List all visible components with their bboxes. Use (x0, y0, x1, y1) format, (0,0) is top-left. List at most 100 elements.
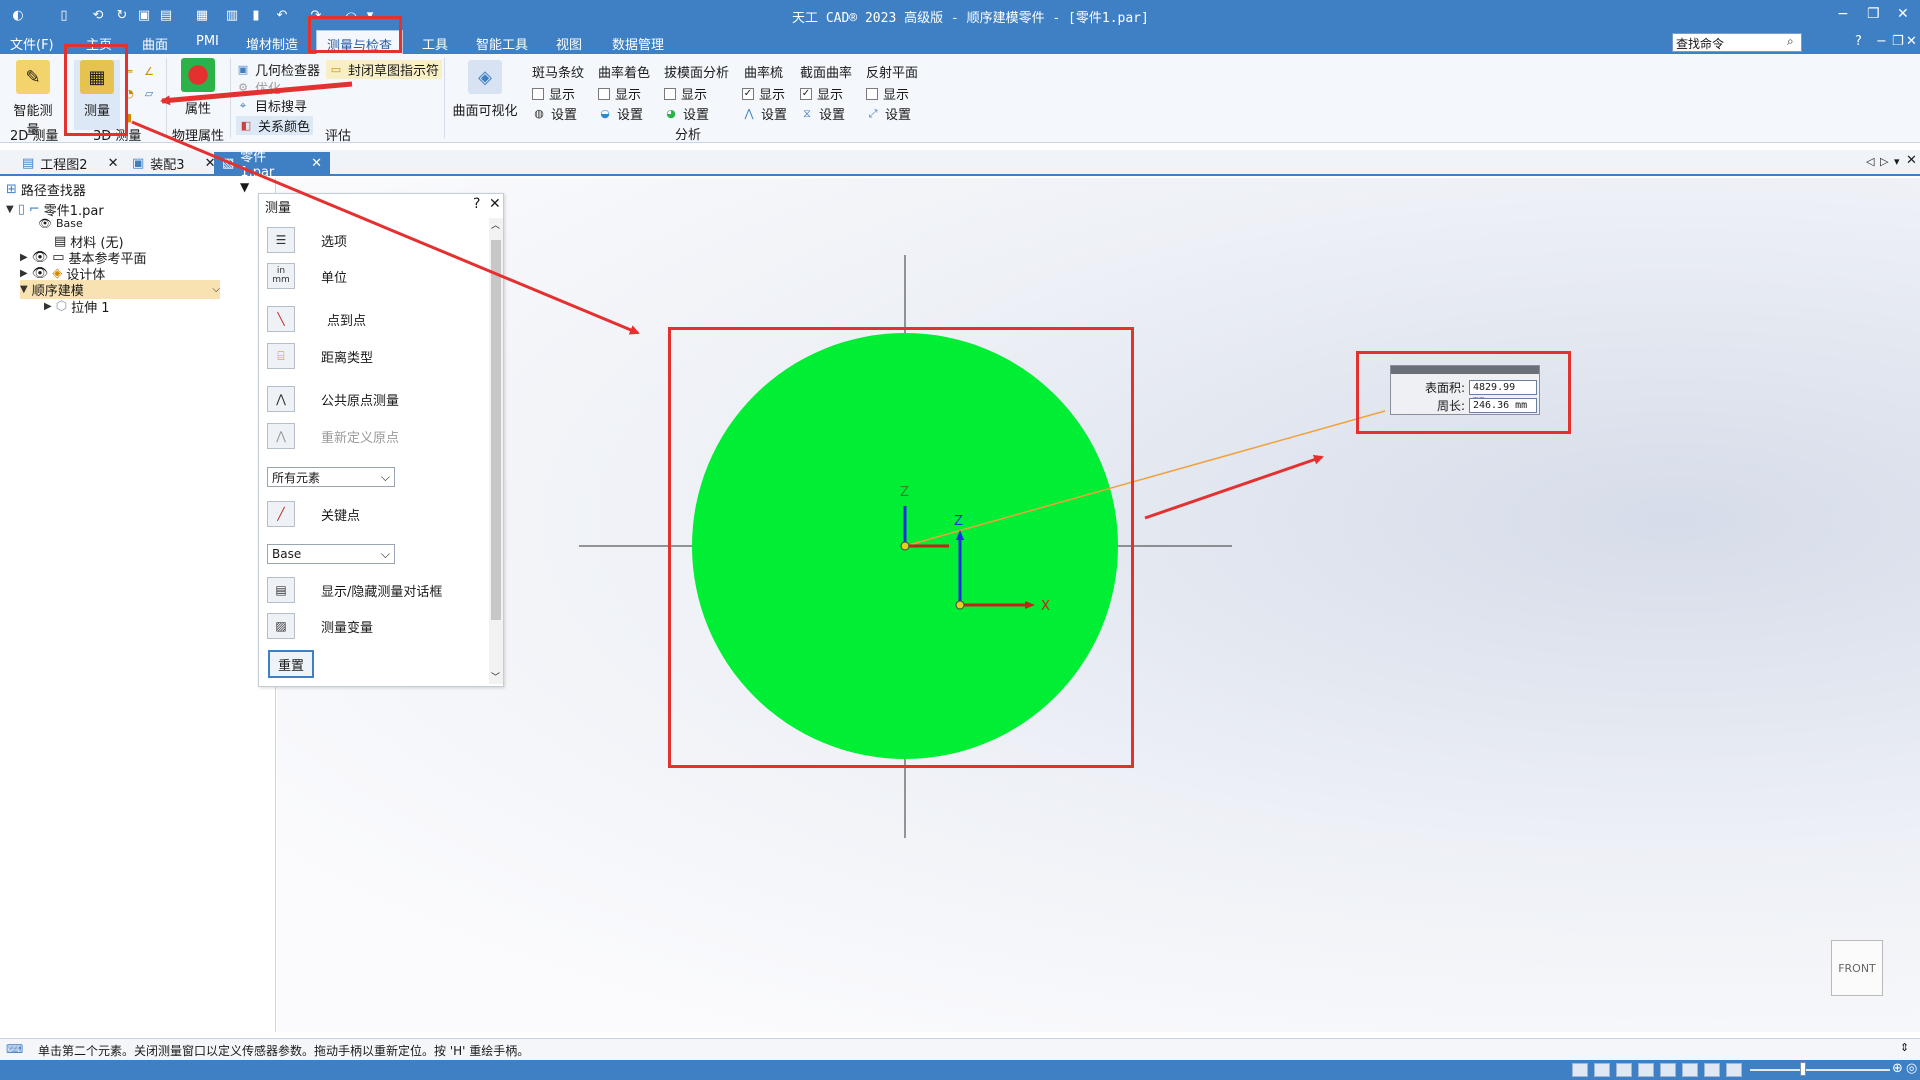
command-search-input[interactable]: 查找命令 (1672, 33, 1802, 52)
zoom-slider[interactable] (1750, 1069, 1890, 1071)
closed-sketch-button[interactable]: ▭ 封闭草图指示符 (326, 60, 443, 79)
doc-tab-part[interactable]: ▧ 零件1.par ✕ (214, 150, 330, 180)
tree-item-extrude[interactable]: ▶ ⬡ 拉伸 1 (44, 297, 109, 316)
minimize-button[interactable]: − (1837, 6, 1849, 22)
collapsed-icon[interactable]: ▶ (20, 268, 28, 279)
zoom-slider-thumb[interactable] (1800, 1062, 1806, 1076)
zoom-icon[interactable] (1616, 1063, 1632, 1077)
tab-additive[interactable]: 增材制造 (246, 34, 298, 53)
view-orient-icon[interactable] (1682, 1063, 1698, 1077)
open-file-icon[interactable]: ⟲ (88, 5, 108, 25)
search-icon[interactable]: ⌕ (1787, 34, 1794, 49)
common-origin-button[interactable]: ⋀ 公共原点测量 (267, 386, 399, 412)
redefine-origin-button[interactable]: ⋀ 重新定义原点 (267, 423, 399, 449)
tab-view[interactable]: 视图 (556, 34, 582, 53)
section-curvature-show-checkbox[interactable]: ✓ 显示 (800, 84, 843, 103)
tab-data-management[interactable]: 数据管理 (612, 34, 664, 53)
reset-button[interactable]: 重置 (268, 650, 314, 678)
doc-minimize-button[interactable]: − (1876, 34, 1887, 49)
fit-view-icon[interactable] (1572, 1063, 1588, 1077)
zebra-show-checkbox[interactable]: 显示 (532, 84, 575, 103)
eye-icon[interactable]: 👁 (32, 250, 49, 265)
keypoint-button[interactable]: ╱ 关键点 (267, 501, 360, 527)
tab-surface[interactable]: 曲面 (142, 34, 168, 53)
eye-icon[interactable]: 👁 (32, 266, 49, 281)
checkbox[interactable] (532, 87, 544, 100)
element-filter-select[interactable]: 所有元素 ⌵ (267, 467, 395, 487)
collapsed-icon[interactable]: ▶ (44, 301, 52, 312)
doc-restore-button[interactable]: ❐ (1892, 34, 1904, 49)
draft-analysis-settings-button[interactable]: ◕ 设置 (664, 104, 709, 123)
tab-scroll-right-icon[interactable]: ▷ (1880, 155, 1888, 168)
measure-variable-button[interactable]: ▨ 测量变量 (267, 613, 373, 639)
base-plane-select[interactable]: Base ⌵ (267, 544, 395, 564)
curvature-comb-show-checkbox[interactable]: ✓ 显示 (742, 84, 785, 103)
checkbox[interactable] (598, 87, 610, 100)
zoom-area-icon[interactable] (1594, 1063, 1610, 1077)
scroll-up-icon[interactable]: ︿ (491, 218, 500, 231)
save-icon[interactable]: ▣ (134, 5, 154, 25)
checkbox[interactable] (866, 87, 878, 100)
view-cube[interactable]: FRONT (1831, 940, 1883, 996)
book-icon[interactable]: ▮ (246, 5, 266, 25)
zebra-settings-button[interactable]: ◍ 设置 (532, 104, 577, 123)
menu-file[interactable]: 文件(F) (10, 34, 54, 53)
pan-icon[interactable] (1638, 1063, 1654, 1077)
print-options-icon[interactable]: ▥ (222, 5, 242, 25)
undo-icon[interactable]: ↶ (272, 5, 292, 25)
measure-area-icon[interactable]: ▱ (142, 86, 156, 100)
distance-type-button[interactable]: ⌸ 距离类型 (267, 343, 373, 369)
relation-color-button[interactable]: ◧ 关系颜色 (236, 116, 314, 135)
status-scroll-icon[interactable]: ⇕ (1900, 1041, 1909, 1054)
close-all-tabs-icon[interactable]: ✕ (1906, 153, 1917, 168)
curvature-shading-settings-button[interactable]: ◒ 设置 (598, 104, 643, 123)
properties-button[interactable]: 属性 (178, 58, 218, 117)
collapsed-icon[interactable]: ▶ (20, 252, 28, 263)
zoom-settings-icon[interactable]: ◎ (1906, 1061, 1917, 1076)
maximize-button[interactable]: ❐ (1867, 6, 1880, 22)
keyboard-icon[interactable]: ⌨ (6, 1042, 23, 1056)
pathfinder-menu-icon[interactable]: ▼ (240, 180, 249, 194)
close-tab-icon[interactable]: ✕ (311, 156, 322, 171)
options-button[interactable]: ☰ 选项 (267, 227, 347, 253)
new-file-icon[interactable]: ▯ (54, 5, 74, 25)
units-button[interactable]: in mm 单位 (267, 263, 347, 289)
rotate-icon[interactable] (1660, 1063, 1676, 1077)
show-hide-dialog-button[interactable]: ▤ 显示/隐藏测量对话框 (267, 577, 442, 603)
surface-visualization-button[interactable]: ◈ 曲面可视化 (452, 60, 518, 119)
reflection-plane-settings-button[interactable]: ⤢ 设置 (866, 104, 911, 124)
reflection-plane-show-checkbox[interactable]: 显示 (866, 84, 909, 103)
print-icon[interactable]: ▦ (192, 5, 212, 25)
close-button[interactable]: ✕ (1897, 6, 1909, 22)
checkbox-checked[interactable]: ✓ (742, 87, 754, 100)
optimize-button[interactable]: ⚙ 优化 (236, 78, 281, 97)
tab-pmi[interactable]: PMI (196, 34, 219, 49)
tab-tools[interactable]: 工具 (422, 34, 448, 53)
dropdown-icon[interactable]: ⌵ (212, 284, 220, 295)
tab-scroll-left-icon[interactable]: ◁ (1866, 155, 1874, 168)
point-to-point-button[interactable]: ╲ 点到点 (267, 306, 366, 332)
section-curvature-settings-button[interactable]: ⧖ 设置 (800, 104, 845, 124)
close-icon[interactable]: ✕ (489, 196, 501, 212)
tab-smart-tools[interactable]: 智能工具 (476, 34, 528, 53)
scroll-thumb[interactable] (491, 240, 501, 620)
save-as-icon[interactable]: ▤ (156, 5, 176, 25)
help-button[interactable]: ? (473, 196, 480, 212)
eye-icon[interactable]: 👁 (38, 217, 52, 230)
tab-list-icon[interactable]: ▾ (1894, 155, 1900, 168)
doc-tab-assembly[interactable]: ▣ 装配3 ✕ (124, 152, 223, 174)
checkbox-checked[interactable]: ✓ (800, 87, 812, 100)
zoom-in-icon[interactable]: ⊕ (1892, 1061, 1903, 1076)
tree-item-base[interactable]: 👁 Base (38, 217, 83, 230)
geometry-inspector-button[interactable]: ▣ 几何检查器 (236, 60, 320, 79)
target-finder-button[interactable]: ⌖ 目标搜寻 (236, 96, 307, 116)
doc-tab-drawing[interactable]: ▤ 工程图2 ✕ (14, 152, 126, 174)
scrollbar[interactable]: ︿ ﹀ (489, 218, 503, 684)
measure-angle-icon[interactable]: ∠ (142, 64, 156, 78)
draft-analysis-show-checkbox[interactable]: 显示 (664, 84, 707, 103)
display-icon[interactable] (1726, 1063, 1742, 1077)
close-tab-icon[interactable]: ✕ (108, 156, 119, 171)
curvature-comb-settings-button[interactable]: ⋀ 设置 (742, 104, 787, 123)
expanded-icon[interactable]: ▼ (6, 204, 14, 215)
help-icon[interactable]: ? (1855, 34, 1862, 49)
